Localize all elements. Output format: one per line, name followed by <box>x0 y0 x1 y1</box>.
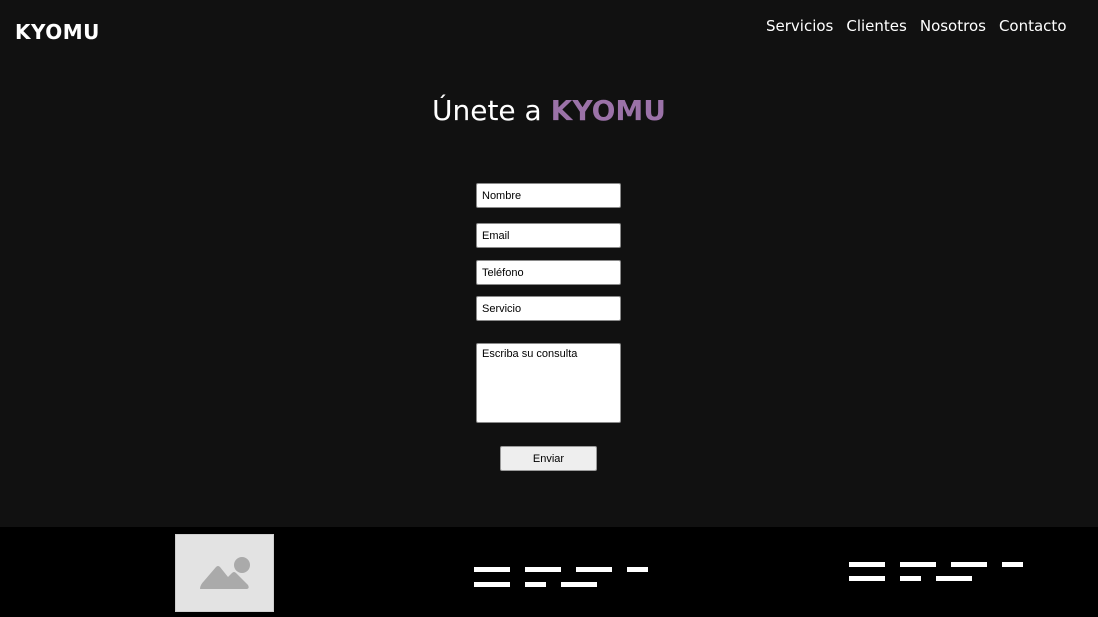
footer-text-block <box>627 567 648 572</box>
page-title: Únete a KYOMU <box>0 94 1098 127</box>
nav-link-contacto[interactable]: Contacto <box>999 17 1067 35</box>
service-input[interactable] <box>476 296 621 321</box>
nav-link-nosotros[interactable]: Nosotros <box>920 17 986 35</box>
footer-text-block <box>474 582 510 587</box>
site-logo[interactable]: KYOMU <box>15 20 100 44</box>
footer-text-block <box>1002 562 1023 567</box>
message-textarea[interactable] <box>476 343 621 423</box>
footer-text-block <box>576 567 612 572</box>
submit-button[interactable]: Enviar <box>500 446 597 471</box>
name-input[interactable] <box>476 183 621 208</box>
phone-input[interactable] <box>476 260 621 285</box>
nav-link-servicios[interactable]: Servicios <box>766 17 833 35</box>
footer-text-block <box>525 582 546 587</box>
footer-text-block <box>900 562 936 567</box>
footer-text-block <box>936 576 972 581</box>
footer-image-placeholder <box>175 534 274 612</box>
footer <box>0 527 1098 617</box>
footer-text-block <box>525 567 561 572</box>
footer-text-block <box>849 576 885 581</box>
footer-text-block <box>474 567 510 572</box>
footer-text-block <box>849 562 885 567</box>
image-placeholder-icon <box>200 557 250 589</box>
page-title-brand: KYOMU <box>550 94 667 127</box>
nav-link-clientes[interactable]: Clientes <box>846 17 906 35</box>
footer-text-block <box>951 562 987 567</box>
main-nav: Servicios Clientes Nosotros Contacto <box>766 17 1067 35</box>
footer-text-block <box>900 576 921 581</box>
footer-text-block <box>561 582 597 587</box>
page-title-prefix: Únete a <box>431 94 551 127</box>
email-input[interactable] <box>476 223 621 248</box>
